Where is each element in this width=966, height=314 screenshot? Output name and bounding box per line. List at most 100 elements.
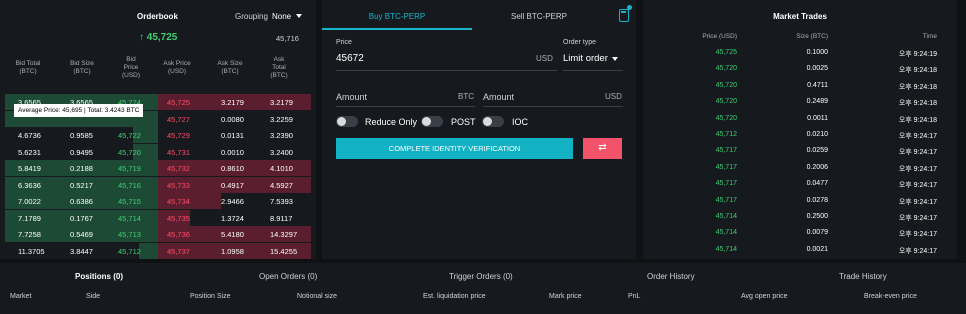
trade-row: 45,714 0.0079 오후 9:24:17: [643, 226, 957, 242]
orderbook-row[interactable]: 4.6736 0.9585 45,722 45,729 0.0131 3.2390: [0, 127, 316, 144]
trade-time-cell: 오후 9:24:18: [898, 83, 937, 91]
ask-total-cell: 8.9117: [270, 213, 293, 223]
col-market: Market: [10, 293, 32, 300]
calculator-icon[interactable]: [619, 9, 629, 22]
post-toggle[interactable]: [421, 116, 443, 127]
ask-size-cell: 0.8610: [221, 164, 244, 173]
trade-row: 45,714 0.2500 오후 9:24:17: [643, 210, 957, 226]
amount-btc-unit: BTC: [458, 92, 474, 101]
orderbook-row[interactable]: 11.3705 3.8447 45,712 45,737 1.0958 15.4255: [0, 242, 316, 260]
ask-total-cell: 3.2259: [270, 114, 293, 124]
trade-time-cell: 오후 9:24:17: [898, 165, 937, 173]
ask-total-cell: 3.2179: [270, 98, 293, 107]
bid-price-cell: 45,713: [118, 230, 141, 239]
ask-price-cell: 45,737: [167, 246, 190, 256]
price-unit: USD: [536, 54, 553, 63]
bid-size-cell: 0.6386: [70, 197, 93, 206]
ask-price-cell: 45,729: [167, 131, 190, 140]
col-notional-size: Notional size: [297, 293, 338, 300]
verify-identity-button[interactable]: COMPLETE IDENTITY VERIFICATION: [336, 138, 573, 159]
bid-size-cell: 0.5469: [70, 230, 93, 239]
order-type-select[interactable]: Limit order: [563, 53, 608, 64]
bid-size-cell: 0.1767: [70, 213, 93, 223]
col-ask-size: Ask Size (BTC): [217, 60, 243, 75]
orderbook-row[interactable]: 5.8419 0.2188 45,719 45,732 0.8610 4.1010: [0, 160, 316, 177]
orderbook-row[interactable]: 7.1789 0.1767 45,714 45,735 1.3724 8.9117: [0, 209, 316, 227]
tab-sell[interactable]: Sell BTC-PERP: [472, 0, 606, 30]
trade-row: 45,720 0.2489 오후 9:24:18: [643, 95, 957, 111]
bid-price-cell: 45,719: [118, 164, 141, 173]
tab-positions[interactable]: Positions (0): [75, 272, 123, 281]
ask-size-cell: 1.0958: [221, 246, 244, 256]
col-trade-price: Price (USD): [702, 33, 737, 40]
amount-usd-input[interactable]: Amount: [483, 92, 514, 102]
trade-price-cell: 45,714: [715, 229, 737, 237]
chevron-down-icon[interactable]: [296, 14, 302, 18]
col-break-even-price: Break-even price: [864, 293, 917, 300]
ask-total-cell: 7.5393: [270, 197, 293, 206]
tab-trade-history[interactable]: Trade History: [839, 272, 887, 281]
tab-order-history[interactable]: Order History: [647, 272, 695, 281]
trade-time-cell: 오후 9:24:17: [898, 231, 937, 239]
order-type-label: Order type: [563, 39, 597, 46]
col-bid-size: Bid Size (BTC): [70, 60, 94, 75]
bid-size-cell: 0.5217: [70, 180, 93, 190]
swap-icon[interactable]: ⇄: [583, 138, 622, 159]
trade-size-cell: 0.2006: [806, 163, 828, 171]
price-input[interactable]: 45672: [336, 53, 364, 64]
col-bid-total: Bid Total (BTC): [15, 60, 41, 75]
trade-price-cell: 45,720: [715, 65, 737, 73]
amount-btc-input[interactable]: Amount: [336, 92, 367, 102]
col-trade-size: Size (BTC): [796, 33, 828, 40]
trade-row: 45,717 0.0259 오후 9:24:17: [643, 144, 957, 160]
col-side: Side: [86, 293, 101, 300]
price-label: Price: [336, 39, 352, 46]
orderbook-rows: 3.6565 3.6565 45,724 45,725 3.2179 3.2179 45,7…: [0, 94, 316, 259]
orderbook-row[interactable]: 5.6231 0.9495 45,720 45,731 0.0010 3.2400: [0, 143, 316, 161]
tab-open-orders[interactable]: Open Orders (0): [259, 272, 317, 281]
average-price-tooltip: Average Price: 45,695 | Total: 3.4243 BT…: [14, 104, 144, 117]
bid-size-cell: 0.9495: [70, 147, 93, 157]
orderbook-row[interactable]: 7.0022 0.6386 45,715 45,734 2.9466 7.5393: [0, 193, 316, 210]
order-entry-panel: Buy BTC-PERP Sell BTC-PERP Price 45672 U…: [322, 0, 636, 259]
trade-size-cell: 0.4711: [807, 81, 828, 89]
amount-usd-unit: USD: [605, 92, 622, 101]
bid-price-cell: 45,722: [118, 131, 141, 140]
ask-total-cell: 3.2390: [270, 131, 293, 140]
reduce-only-toggle[interactable]: [336, 116, 358, 127]
chevron-down-icon[interactable]: [612, 57, 618, 61]
trade-row: 45,720 0.0011 오후 9:24:18: [643, 112, 957, 128]
market-trades-panel: Market Trades Price (USD) Size (BTC) Tim…: [643, 0, 957, 259]
trade-time-cell: 오후 9:24:18: [898, 100, 937, 108]
amount-usd-underline: [483, 106, 623, 107]
orderbook-row[interactable]: 6.3636 0.5217 45,716 45,733 0.4917 4.5927: [0, 176, 316, 194]
trade-price-cell: 45,720: [715, 81, 737, 89]
market-trades-title: Market Trades: [773, 12, 827, 21]
trade-price-cell: 45,714: [715, 245, 737, 253]
orderbook-panel: Orderbook Grouping None ↑ 45,725 45,716 …: [0, 0, 316, 259]
trade-size-cell: 0.0210: [806, 130, 828, 138]
ask-price-cell: 45,732: [167, 164, 190, 173]
trade-price-cell: 45,725: [715, 49, 737, 56]
tab-trigger-orders[interactable]: Trigger Orders (0): [449, 272, 513, 281]
ask-price-cell: 45,731: [167, 147, 190, 157]
col-bid-price: Bid Price (USD): [121, 56, 141, 79]
ioc-toggle[interactable]: [482, 116, 504, 127]
bid-size-cell: 0.9585: [70, 131, 93, 140]
market-trades-rows: 45,725 0.1000 오후 9:24:19 45,720 0.0025 오후 9:2…: [643, 46, 957, 259]
trade-row: 45,725 0.1000 오후 9:24:19: [643, 46, 957, 62]
trade-price-cell: 45,717: [715, 147, 737, 155]
bid-price-cell: 45,714: [118, 213, 141, 223]
bid-size-cell: 0.2188: [70, 164, 93, 173]
trade-row: 45,720 0.4711 오후 9:24:18: [643, 79, 957, 95]
trade-time-cell: 오후 9:24:18: [898, 116, 937, 124]
ask-price-cell: 45,733: [167, 180, 190, 190]
ask-size-cell: 0.4917: [221, 180, 244, 190]
tab-buy[interactable]: Buy BTC-PERP: [322, 0, 472, 30]
trade-time-cell: 오후 9:24:17: [898, 214, 937, 222]
grouping-select[interactable]: None: [272, 12, 291, 21]
mark-price: 45,716: [276, 34, 299, 43]
notification-dot: [627, 5, 632, 10]
orderbook-row[interactable]: 7.7258 0.5469 45,713 45,736 5.4180 14.3297: [0, 226, 316, 243]
bid-size-cell: 3.8447: [70, 246, 93, 256]
